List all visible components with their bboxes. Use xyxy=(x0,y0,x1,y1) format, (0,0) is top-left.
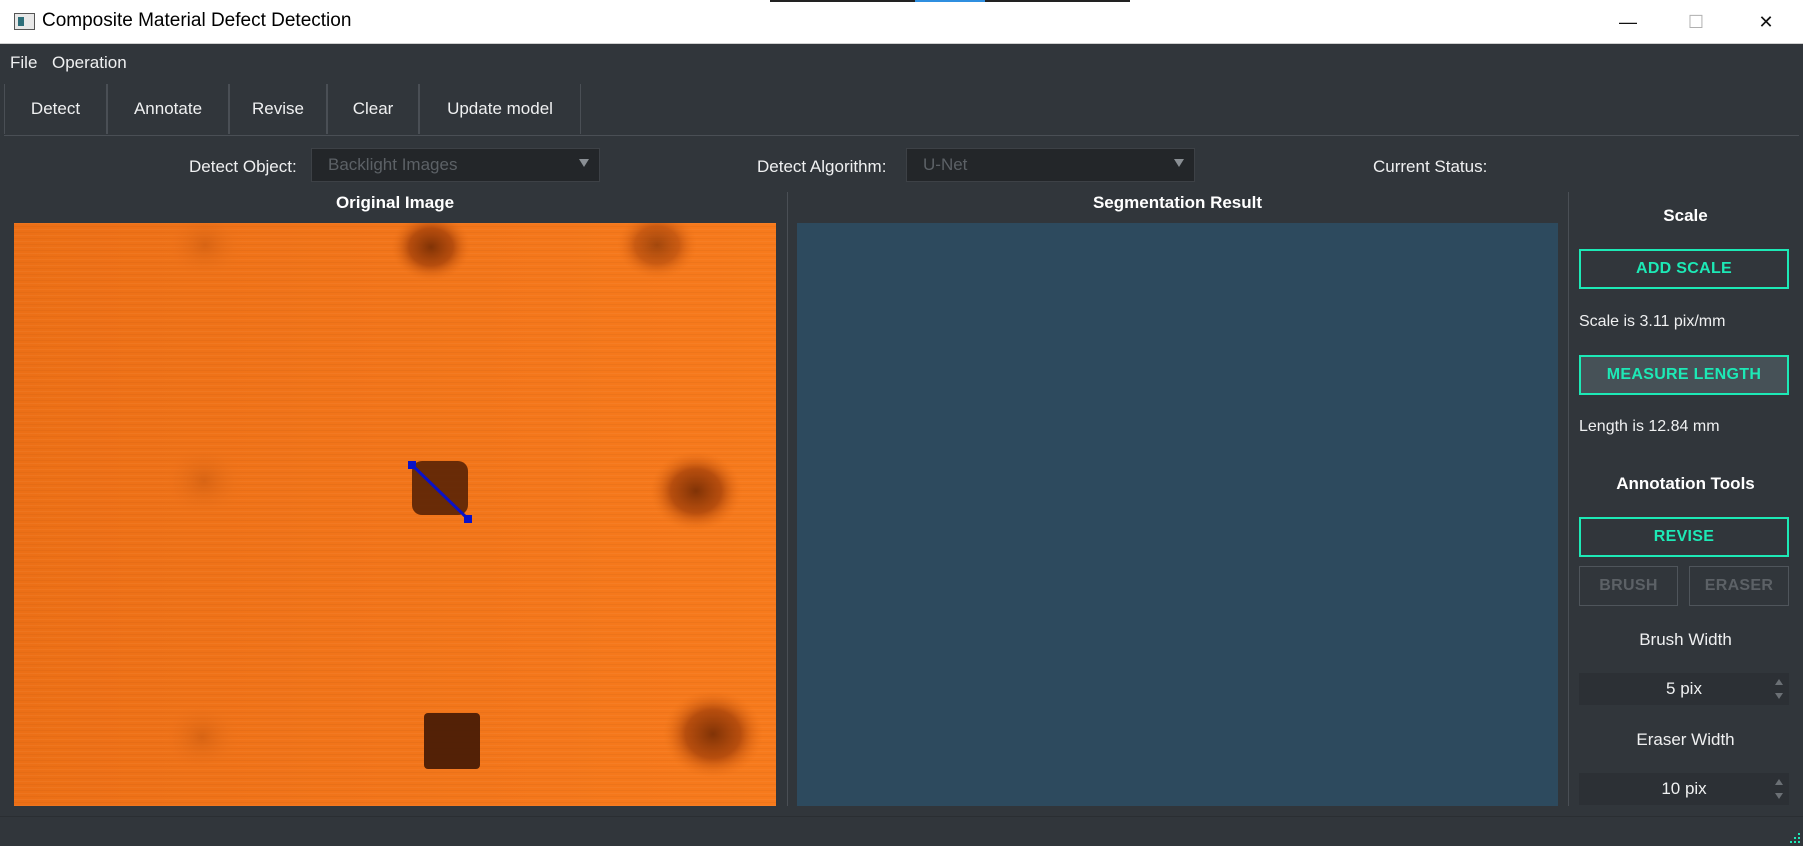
add-scale-button[interactable]: ADD SCALE xyxy=(1579,249,1789,289)
current-status-label: Current Status: xyxy=(1373,157,1488,176)
scale-heading: Scale xyxy=(1663,206,1708,225)
resize-grip-icon[interactable] xyxy=(1787,830,1801,844)
maximize-icon[interactable]: ☐ xyxy=(1661,0,1731,44)
original-image-title: Original Image xyxy=(335,193,455,212)
brush-button[interactable]: BRUSH xyxy=(1579,566,1678,606)
measure-length-button[interactable]: MEASURE LENGTH xyxy=(1579,355,1789,395)
update-model-button[interactable]: Update model xyxy=(419,84,581,134)
eraser-width-label: Eraser Width xyxy=(1636,730,1735,749)
panel-divider xyxy=(1568,192,1569,806)
original-image-canvas[interactable] xyxy=(14,223,776,806)
eraser-width-value: 10 pix xyxy=(1661,779,1707,798)
measure-handle[interactable] xyxy=(408,461,416,469)
original-image xyxy=(14,223,776,806)
defect-spot xyxy=(162,701,242,773)
revise-tool-button[interactable]: Revise xyxy=(229,84,327,134)
chevron-down-icon xyxy=(1174,159,1184,167)
brush-width-label: Brush Width xyxy=(1639,630,1732,649)
annotation-tools-heading: Annotation Tools xyxy=(1616,474,1755,493)
close-icon[interactable]: ✕ xyxy=(1731,0,1801,44)
app-icon xyxy=(14,13,35,30)
detect-object-select[interactable]: Backlight Images xyxy=(311,148,600,182)
menu-bar: File Operation xyxy=(0,44,1803,82)
scale-readout: Scale is 3.11 pix/mm xyxy=(1579,313,1726,330)
revise-button[interactable]: REVISE xyxy=(1579,517,1789,557)
spin-up-icon[interactable] xyxy=(1775,679,1783,685)
chevron-down-icon xyxy=(579,159,589,167)
detect-button[interactable]: Detect xyxy=(4,84,107,134)
detect-algorithm-value: U-Net xyxy=(923,155,968,174)
eraser-button[interactable]: ERASER xyxy=(1689,566,1789,606)
panel-divider xyxy=(787,192,788,806)
window-title: Composite Material Defect Detection xyxy=(42,10,352,31)
length-readout: Length is 12.84 mm xyxy=(1579,418,1720,435)
defect-square xyxy=(412,461,468,515)
detect-algorithm-label: Detect Algorithm: xyxy=(757,157,887,176)
defect-spot xyxy=(650,451,742,531)
defect-spot xyxy=(663,690,763,778)
minimize-icon[interactable]: — xyxy=(1593,0,1663,44)
annotate-button[interactable]: Annotate xyxy=(107,84,229,134)
brush-width-value: 5 pix xyxy=(1666,679,1702,698)
detect-algorithm-select[interactable]: U-Net xyxy=(906,148,1195,182)
segmentation-result-title: Segmentation Result xyxy=(1092,193,1263,212)
taskbar-accent-active xyxy=(915,0,985,2)
spin-down-icon[interactable] xyxy=(1775,693,1783,699)
toolbar: Detect Annotate Revise Clear Update mode… xyxy=(4,82,1799,136)
defect-square xyxy=(424,713,480,769)
eraser-width-spinbox[interactable]: 10 pix xyxy=(1579,773,1789,805)
brush-width-spinbox[interactable]: 5 pix xyxy=(1579,673,1789,705)
menu-file[interactable]: File xyxy=(10,53,37,73)
detect-object-label: Detect Object: xyxy=(189,157,297,176)
status-bar xyxy=(0,816,1803,846)
detect-object-value: Backlight Images xyxy=(328,155,458,174)
spin-up-icon[interactable] xyxy=(1775,779,1783,785)
clear-button[interactable]: Clear xyxy=(327,84,419,134)
title-bar: Composite Material Defect Detection — ☐ … xyxy=(0,0,1803,44)
spin-down-icon[interactable] xyxy=(1775,793,1783,799)
measure-handle[interactable] xyxy=(464,515,472,523)
segmentation-result-canvas[interactable] xyxy=(797,223,1558,806)
menu-operation[interactable]: Operation xyxy=(52,53,127,73)
defect-spot xyxy=(162,443,246,519)
